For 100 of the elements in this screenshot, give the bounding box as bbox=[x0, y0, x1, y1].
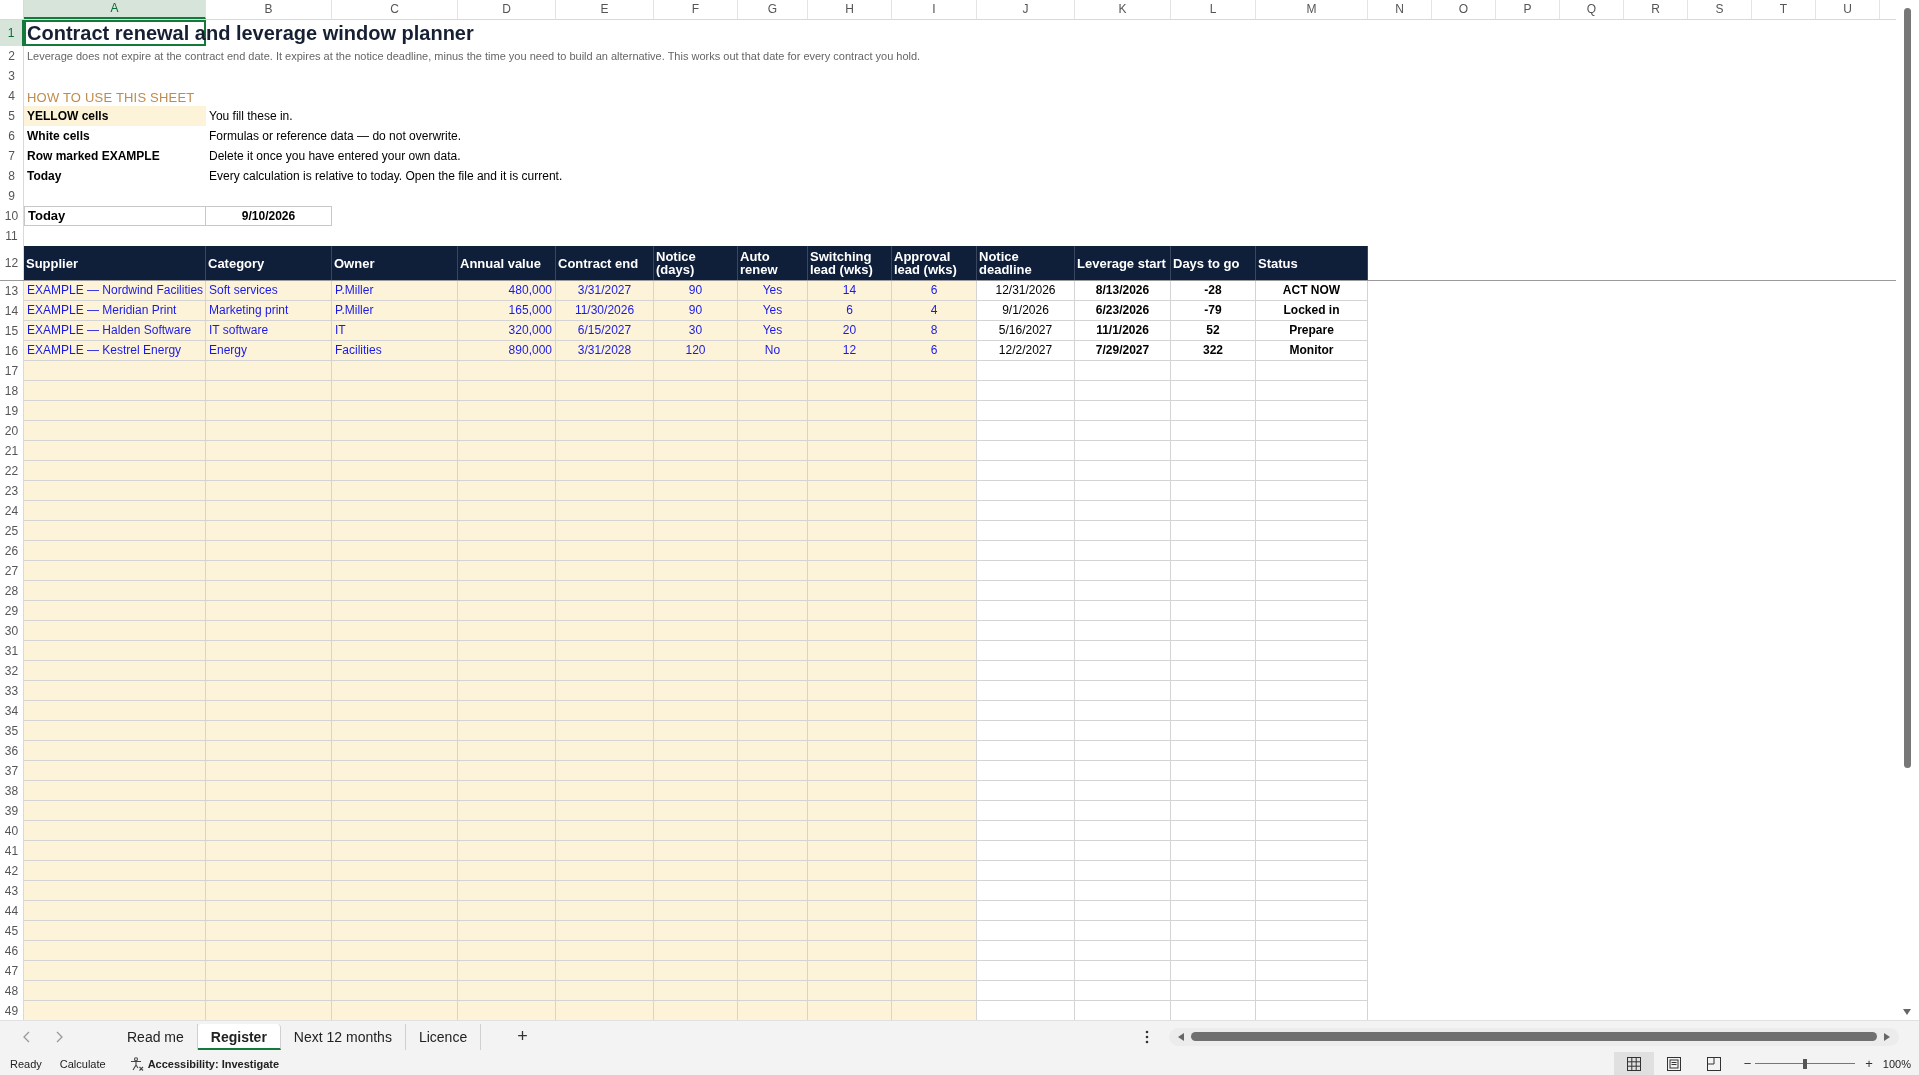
column-header[interactable]: E bbox=[556, 0, 654, 19]
table-cell: 8/13/2026 bbox=[1075, 281, 1171, 301]
table-cell: 8 bbox=[892, 321, 977, 341]
column-heading: Supplier bbox=[24, 246, 206, 280]
table-cell: 890,000 bbox=[458, 341, 556, 361]
table-cell: 12/2/2027 bbox=[977, 341, 1075, 361]
table-cell: 30 bbox=[654, 321, 738, 341]
slider-thumb[interactable] bbox=[1803, 1058, 1808, 1069]
sheet-tab[interactable]: Register bbox=[197, 1023, 281, 1050]
column-heading: Notice (days) bbox=[654, 246, 738, 280]
column-heading: Approval lead (wks) bbox=[892, 246, 977, 280]
sheet-tab[interactable]: Licence bbox=[405, 1023, 482, 1050]
column-header[interactable]: K bbox=[1075, 0, 1171, 19]
add-sheet-button[interactable]: + bbox=[511, 1026, 534, 1047]
column-header[interactable]: A bbox=[24, 0, 206, 19]
table-cell: 120 bbox=[654, 341, 738, 361]
column-header[interactable]: Q bbox=[1560, 0, 1624, 19]
column-header[interactable]: T bbox=[1752, 0, 1816, 19]
column-header[interactable]: P bbox=[1496, 0, 1560, 19]
table-cell: 12/31/2026 bbox=[977, 281, 1075, 301]
column-heading: Notice deadline bbox=[977, 246, 1075, 280]
table-cell: 5/16/2027 bbox=[977, 321, 1075, 341]
view-button[interactable] bbox=[1613, 1052, 1654, 1075]
column-header[interactable]: C bbox=[332, 0, 458, 19]
scroll-down-arrow-icon[interactable] bbox=[1902, 1008, 1912, 1016]
scrollbar-thumb[interactable] bbox=[1904, 8, 1911, 768]
column-header[interactable]: D bbox=[458, 0, 556, 19]
column-header[interactable]: G bbox=[738, 0, 808, 19]
column-header[interactable]: N bbox=[1368, 0, 1432, 19]
table-cell: 480,000 bbox=[458, 281, 556, 301]
table-cell: 6/15/2027 bbox=[556, 321, 654, 341]
scrollbar-thumb[interactable] bbox=[1191, 1032, 1877, 1041]
column-header[interactable]: I bbox=[892, 0, 977, 19]
column-heading: Category bbox=[206, 246, 332, 280]
table-cell: 320,000 bbox=[458, 321, 556, 341]
table-cell: 14 bbox=[808, 281, 892, 301]
table-cell: 11/1/2026 bbox=[1075, 321, 1171, 341]
grid-view-icon bbox=[1625, 1055, 1642, 1072]
status-text: Ready bbox=[10, 1057, 42, 1070]
table-cell: 90 bbox=[654, 301, 738, 321]
column-heading: Switching lead (wks) bbox=[808, 246, 892, 280]
table-cell: -79 bbox=[1171, 301, 1256, 321]
table-cell: Yes bbox=[738, 301, 808, 321]
zoom-level: 100% bbox=[1882, 1057, 1911, 1070]
column-heading: Leverage start bbox=[1075, 246, 1171, 280]
table-cell: 52 bbox=[1171, 321, 1256, 341]
column-header[interactable]: R bbox=[1624, 0, 1688, 19]
sheet-tab[interactable]: Read me bbox=[114, 1023, 198, 1050]
scroll-left-arrow-icon[interactable] bbox=[1177, 1031, 1185, 1042]
table-cell: IT bbox=[332, 321, 458, 341]
more-options-icon[interactable] bbox=[1145, 1029, 1149, 1044]
column-header[interactable]: U bbox=[1816, 0, 1880, 19]
table-cell: 4 bbox=[892, 301, 977, 321]
column-heading: Auto renew bbox=[738, 246, 808, 280]
table-cell: EXAMPLE — Meridian Print bbox=[24, 301, 206, 321]
table-cell: ACT NOW bbox=[1256, 281, 1368, 301]
table-cell: 322 bbox=[1171, 341, 1256, 361]
table-cell: IT software bbox=[206, 321, 332, 341]
next-sheet-icon[interactable] bbox=[54, 1029, 64, 1044]
scroll-right-arrow-icon[interactable] bbox=[1883, 1031, 1891, 1042]
table-cell: Locked in bbox=[1256, 301, 1368, 321]
column-header[interactable]: B bbox=[206, 0, 332, 19]
table-cell: 12 bbox=[808, 341, 892, 361]
column-heading: Owner bbox=[332, 246, 458, 280]
table-cell: 11/30/2026 bbox=[556, 301, 654, 321]
table-cell: Marketing print bbox=[206, 301, 332, 321]
zoom-out-button[interactable]: − bbox=[1739, 1056, 1756, 1071]
column-heading: Status bbox=[1256, 246, 1368, 280]
table-cell: Soft services bbox=[206, 281, 332, 301]
table-cell: Facilities bbox=[332, 341, 458, 361]
today-label: Today bbox=[24, 206, 206, 226]
column-header[interactable]: H bbox=[808, 0, 892, 19]
column-header[interactable]: J bbox=[977, 0, 1075, 19]
column-heading: Days to go bbox=[1171, 246, 1256, 280]
accessibility-button[interactable]: Accessibility: Investigate bbox=[127, 1056, 282, 1071]
instruction-term: White cells bbox=[26, 128, 91, 145]
table-cell: No bbox=[738, 341, 808, 361]
sheet-tab[interactable]: Next 12 months bbox=[280, 1023, 406, 1050]
page-break-icon bbox=[1705, 1055, 1722, 1072]
column-header[interactable]: M bbox=[1256, 0, 1368, 19]
today-date-cell: 9/10/2026 bbox=[206, 206, 332, 226]
zoom-in-button[interactable]: + bbox=[1861, 1056, 1877, 1071]
instruction-term: Today bbox=[26, 168, 63, 185]
column-header[interactable]: S bbox=[1688, 0, 1752, 19]
table-cell: 20 bbox=[808, 321, 892, 341]
table-cell: 6 bbox=[892, 341, 977, 361]
table-cell: Energy bbox=[206, 341, 332, 361]
column-header[interactable]: O bbox=[1432, 0, 1496, 19]
table-cell: Yes bbox=[738, 321, 808, 341]
column-header[interactable]: L bbox=[1171, 0, 1256, 19]
column-header[interactable]: F bbox=[654, 0, 738, 19]
table-cell: -28 bbox=[1171, 281, 1256, 301]
table-cell: 6 bbox=[808, 301, 892, 321]
table-cell: EXAMPLE — Halden Software bbox=[24, 321, 206, 341]
table-cell: EXAMPLE — Kestrel Energy bbox=[24, 341, 206, 361]
accessibility-icon bbox=[129, 1056, 144, 1071]
row-number[interactable]: 1 bbox=[0, 20, 24, 46]
horizontal-scrollbar[interactable] bbox=[1169, 1027, 1899, 1046]
previous-sheet-icon[interactable] bbox=[22, 1029, 32, 1044]
column-heading: Annual value bbox=[458, 246, 556, 280]
